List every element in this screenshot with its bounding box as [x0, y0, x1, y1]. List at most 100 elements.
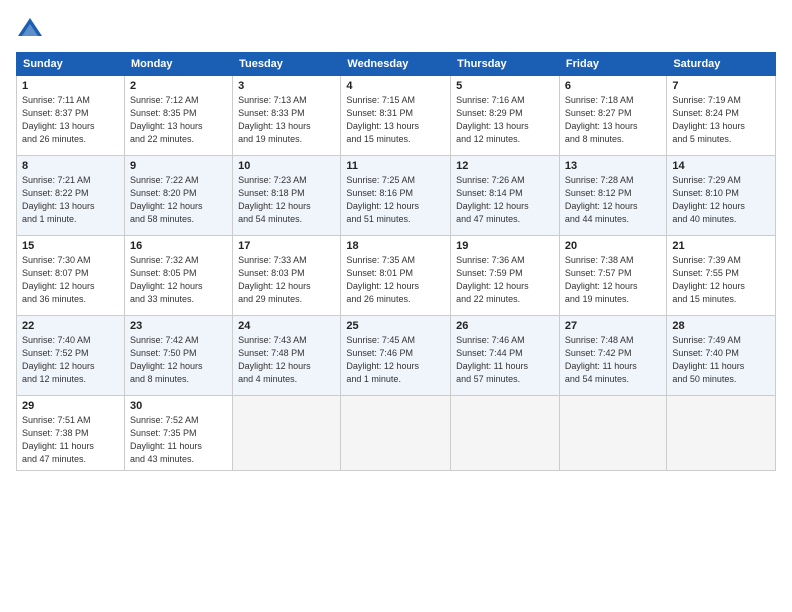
day-info: Sunrise: 7:16 AMSunset: 8:29 PMDaylight:…	[456, 94, 554, 146]
calendar-header-wednesday: Wednesday	[341, 53, 451, 76]
day-number: 10	[238, 160, 335, 172]
day-info: Sunrise: 7:23 AMSunset: 8:18 PMDaylight:…	[238, 174, 335, 226]
calendar-cell: 29Sunrise: 7:51 AMSunset: 7:38 PMDayligh…	[17, 396, 125, 471]
day-number: 15	[22, 240, 119, 252]
day-number: 24	[238, 320, 335, 332]
day-number: 29	[22, 400, 119, 412]
day-info: Sunrise: 7:36 AMSunset: 7:59 PMDaylight:…	[456, 254, 554, 306]
day-info: Sunrise: 7:33 AMSunset: 8:03 PMDaylight:…	[238, 254, 335, 306]
calendar-cell: 25 Sunrise: 7:45 AMSunset: 7:46 PMDayligh…	[341, 316, 451, 396]
day-number: 23	[130, 320, 227, 332]
calendar-cell: 19 Sunrise: 7:36 AMSunset: 7:59 PMDayligh…	[451, 236, 560, 316]
day-number: 3	[238, 80, 335, 92]
calendar-cell: 17 Sunrise: 7:33 AMSunset: 8:03 PMDayligh…	[233, 236, 341, 316]
day-number: 6	[565, 80, 661, 92]
day-number: 27	[565, 320, 661, 332]
day-info: Sunrise: 7:46 AMSunset: 7:44 PMDaylight:…	[456, 334, 554, 386]
day-number: 16	[130, 240, 227, 252]
calendar-body: 1 Sunrise: 7:11 AMSunset: 8:37 PMDaylight…	[17, 76, 776, 471]
logo	[16, 16, 48, 44]
calendar-cell: 12 Sunrise: 7:26 AMSunset: 8:14 PMDayligh…	[451, 156, 560, 236]
calendar-cell: 16Sunrise: 7:32 AMSunset: 8:05 PMDayligh…	[124, 236, 232, 316]
day-info: Sunrise: 7:35 AMSunset: 8:01 PMDaylight:…	[346, 254, 445, 306]
calendar-header-tuesday: Tuesday	[233, 53, 341, 76]
day-info: Sunrise: 7:48 AMSunset: 7:42 PMDaylight:…	[565, 334, 661, 386]
day-info: Sunrise: 7:52 AMSunset: 7:35 PMDaylight:…	[130, 414, 227, 466]
day-info: Sunrise: 7:11 AMSunset: 8:37 PMDaylight:…	[22, 94, 119, 146]
calendar-cell: 18 Sunrise: 7:35 AMSunset: 8:01 PMDayligh…	[341, 236, 451, 316]
day-number: 2	[130, 80, 227, 92]
day-number: 8	[22, 160, 119, 172]
calendar-header-sunday: Sunday	[17, 53, 125, 76]
calendar-week-row: 1 Sunrise: 7:11 AMSunset: 8:37 PMDaylight…	[17, 76, 776, 156]
day-info: Sunrise: 7:18 AMSunset: 8:27 PMDaylight:…	[565, 94, 661, 146]
day-number: 25	[346, 320, 445, 332]
calendar-cell: 10 Sunrise: 7:23 AMSunset: 8:18 PMDayligh…	[233, 156, 341, 236]
calendar-cell: 26 Sunrise: 7:46 AMSunset: 7:44 PMDayligh…	[451, 316, 560, 396]
day-number: 22	[22, 320, 119, 332]
day-info: Sunrise: 7:29 AMSunset: 8:10 PMDaylight:…	[672, 174, 770, 226]
calendar-week-row: 29Sunrise: 7:51 AMSunset: 7:38 PMDayligh…	[17, 396, 776, 471]
day-number: 19	[456, 240, 554, 252]
calendar-cell: 22 Sunrise: 7:40 AMSunset: 7:52 PMDayligh…	[17, 316, 125, 396]
day-number: 26	[456, 320, 554, 332]
day-number: 20	[565, 240, 661, 252]
day-number: 17	[238, 240, 335, 252]
day-info: Sunrise: 7:40 AMSunset: 7:52 PMDaylight:…	[22, 334, 119, 386]
calendar-cell: 21 Sunrise: 7:39 AMSunset: 7:55 PMDayligh…	[667, 236, 776, 316]
day-info: Sunrise: 7:26 AMSunset: 8:14 PMDaylight:…	[456, 174, 554, 226]
day-info: Sunrise: 7:21 AMSunset: 8:22 PMDaylight:…	[22, 174, 119, 226]
day-info: Sunrise: 7:30 AMSunset: 8:07 PMDaylight:…	[22, 254, 119, 306]
calendar-header-saturday: Saturday	[667, 53, 776, 76]
calendar-cell: 11 Sunrise: 7:25 AMSunset: 8:16 PMDayligh…	[341, 156, 451, 236]
calendar-cell	[559, 396, 666, 471]
day-number: 4	[346, 80, 445, 92]
day-info: Sunrise: 7:38 AMSunset: 7:57 PMDaylight:…	[565, 254, 661, 306]
day-number: 13	[565, 160, 661, 172]
day-number: 28	[672, 320, 770, 332]
day-number: 21	[672, 240, 770, 252]
calendar-cell: 6 Sunrise: 7:18 AMSunset: 8:27 PMDaylight…	[559, 76, 666, 156]
calendar-cell: 4Sunrise: 7:15 AMSunset: 8:31 PMDaylight…	[341, 76, 451, 156]
calendar-cell	[341, 396, 451, 471]
day-info: Sunrise: 7:25 AMSunset: 8:16 PMDaylight:…	[346, 174, 445, 226]
calendar-header-monday: Monday	[124, 53, 232, 76]
calendar-cell: 8 Sunrise: 7:21 AMSunset: 8:22 PMDaylight…	[17, 156, 125, 236]
calendar-cell: 9 Sunrise: 7:22 AMSunset: 8:20 PMDaylight…	[124, 156, 232, 236]
day-info: Sunrise: 7:42 AMSunset: 7:50 PMDaylight:…	[130, 334, 227, 386]
day-number: 7	[672, 80, 770, 92]
calendar-header-row: SundayMondayTuesdayWednesdayThursdayFrid…	[17, 53, 776, 76]
calendar-cell: 13 Sunrise: 7:28 AMSunset: 8:12 PMDayligh…	[559, 156, 666, 236]
day-info: Sunrise: 7:45 AMSunset: 7:46 PMDaylight:…	[346, 334, 445, 386]
calendar-table: SundayMondayTuesdayWednesdayThursdayFrid…	[16, 52, 776, 471]
day-number: 18	[346, 240, 445, 252]
calendar-cell: 14 Sunrise: 7:29 AMSunset: 8:10 PMDayligh…	[667, 156, 776, 236]
day-number: 12	[456, 160, 554, 172]
day-number: 30	[130, 400, 227, 412]
calendar-cell	[233, 396, 341, 471]
day-info: Sunrise: 7:49 AMSunset: 7:40 PMDaylight:…	[672, 334, 770, 386]
day-info: Sunrise: 7:39 AMSunset: 7:55 PMDaylight:…	[672, 254, 770, 306]
logo-icon	[16, 16, 44, 44]
day-info: Sunrise: 7:22 AMSunset: 8:20 PMDaylight:…	[130, 174, 227, 226]
calendar-cell	[451, 396, 560, 471]
calendar-cell: 1 Sunrise: 7:11 AMSunset: 8:37 PMDaylight…	[17, 76, 125, 156]
calendar-header-thursday: Thursday	[451, 53, 560, 76]
day-info: Sunrise: 7:12 AMSunset: 8:35 PMDaylight:…	[130, 94, 227, 146]
calendar-week-row: 22 Sunrise: 7:40 AMSunset: 7:52 PMDayligh…	[17, 316, 776, 396]
day-number: 5	[456, 80, 554, 92]
calendar-cell: 5 Sunrise: 7:16 AMSunset: 8:29 PMDaylight…	[451, 76, 560, 156]
day-info: Sunrise: 7:43 AMSunset: 7:48 PMDaylight:…	[238, 334, 335, 386]
calendar-cell	[667, 396, 776, 471]
calendar-cell: 20 Sunrise: 7:38 AMSunset: 7:57 PMDayligh…	[559, 236, 666, 316]
day-number: 14	[672, 160, 770, 172]
day-number: 9	[130, 160, 227, 172]
day-number: 1	[22, 80, 119, 92]
calendar-cell: 2 Sunrise: 7:12 AMSunset: 8:35 PMDaylight…	[124, 76, 232, 156]
calendar-cell: 27 Sunrise: 7:48 AMSunset: 7:42 PMDayligh…	[559, 316, 666, 396]
day-info: Sunrise: 7:19 AMSunset: 8:24 PMDaylight:…	[672, 94, 770, 146]
day-info: Sunrise: 7:28 AMSunset: 8:12 PMDaylight:…	[565, 174, 661, 226]
day-number: 11	[346, 160, 445, 172]
day-info: Sunrise: 7:13 AMSunset: 8:33 PMDaylight:…	[238, 94, 335, 146]
calendar-header-friday: Friday	[559, 53, 666, 76]
